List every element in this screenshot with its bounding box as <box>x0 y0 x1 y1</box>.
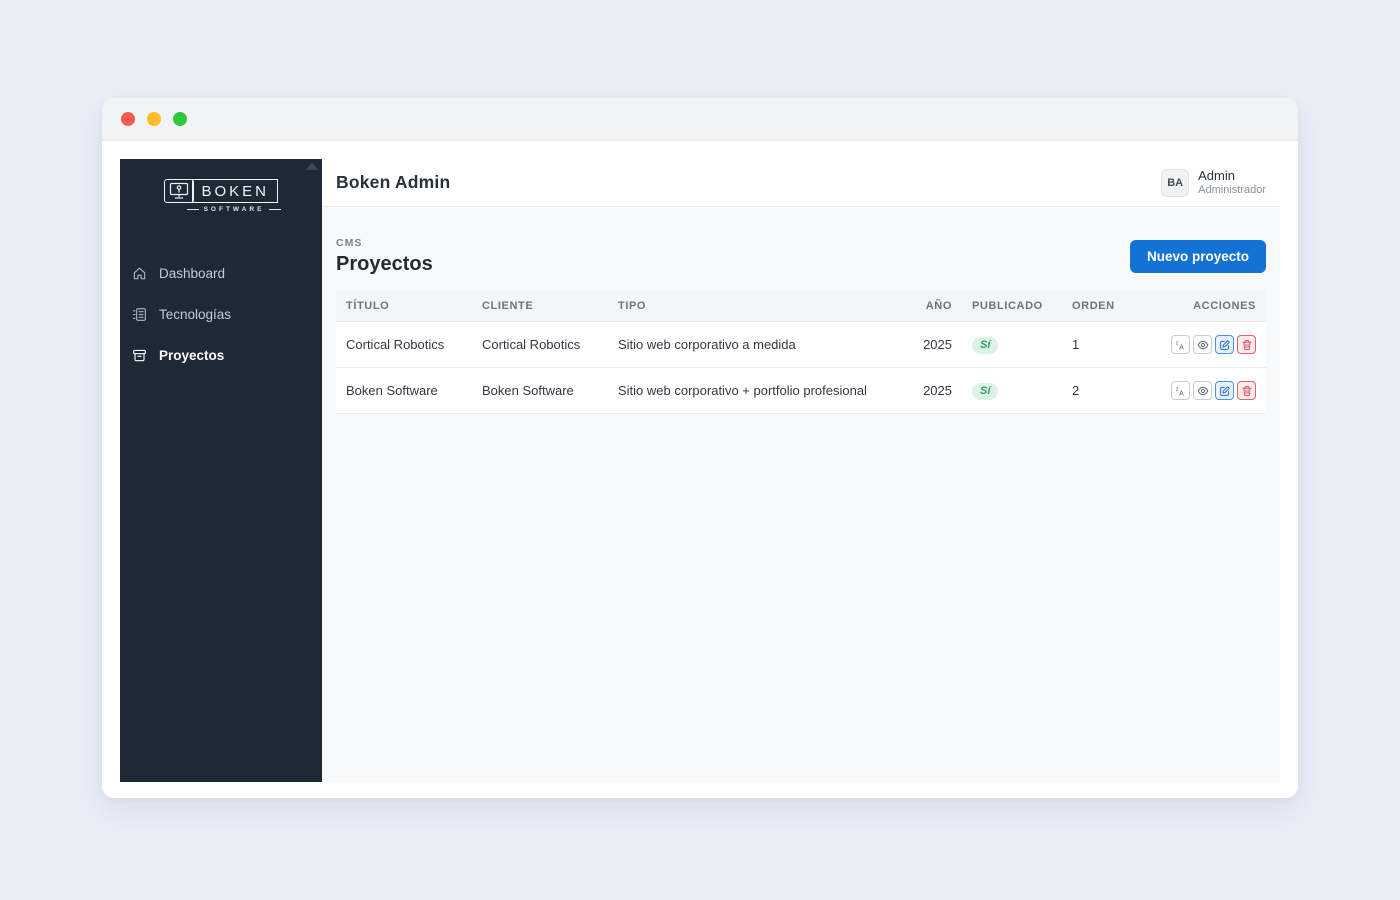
logo-dash <box>186 209 199 210</box>
cell-tipo: Sitio web corporativo + portfolio profes… <box>608 367 906 414</box>
column-publicado: PUBLICADO <box>962 291 1062 322</box>
svg-text:z: z <box>1176 341 1179 347</box>
sidebar-item-proyectos[interactable]: Proyectos <box>120 339 322 372</box>
view-button[interactable] <box>1193 335 1212 354</box>
column-titulo: TÍTULO <box>336 291 472 322</box>
cell-ano: 2025 <box>906 367 962 414</box>
close-window-button[interactable] <box>121 112 135 126</box>
svg-text:A: A <box>1179 344 1184 350</box>
column-orden: ORDEN <box>1062 291 1148 322</box>
cell-titulo: Cortical Robotics <box>336 321 472 368</box>
home-icon <box>132 266 147 281</box>
published-badge: Sí <box>972 336 999 354</box>
table-row: Boken Software Boken Software Sitio web … <box>336 367 1266 414</box>
sidebar-item-dashboard[interactable]: Dashboard <box>120 257 322 290</box>
zoom-window-button[interactable] <box>173 112 187 126</box>
eye-icon <box>1197 340 1208 349</box>
content-area: CMS Proyectos Nuevo proyecto TÍTULO CLIE… <box>322 207 1280 782</box>
svg-text:A: A <box>1179 390 1184 396</box>
projects-table: TÍTULO CLIENTE TIPO AÑO PUBLICADO ORDEN … <box>336 291 1266 414</box>
cell-cliente: Cortical Robotics <box>472 321 608 368</box>
page-head: CMS Proyectos Nuevo proyecto <box>336 237 1266 276</box>
cell-orden: 2 <box>1062 367 1148 414</box>
brand-subtitle: SOFTWARE <box>203 206 265 213</box>
sidebar: BOKEN SOFTWARE Dashboard Tecnologías Pro… <box>120 159 322 782</box>
cell-titulo: Boken Software <box>336 367 472 414</box>
sidebar-item-label: Tecnologías <box>159 307 232 322</box>
sidebar-item-label: Dashboard <box>159 266 226 281</box>
window-body: BOKEN SOFTWARE Dashboard Tecnologías Pro… <box>102 141 1298 798</box>
user-name: Admin <box>1198 167 1235 183</box>
eye-icon <box>1197 386 1208 395</box>
avatar: BA <box>1161 168 1190 197</box>
edit-icon <box>1219 385 1230 396</box>
cell-acciones: z A <box>1148 321 1266 368</box>
user-role: Administrador <box>1198 183 1266 196</box>
delete-button[interactable] <box>1237 381 1256 400</box>
window-titlebar <box>102 98 1298 141</box>
cell-acciones: z A <box>1148 367 1266 414</box>
app-title: Boken Admin <box>336 172 451 192</box>
translate-button[interactable]: z A <box>1171 335 1190 354</box>
cell-ano: 2025 <box>906 321 962 368</box>
trash-icon <box>1241 385 1252 396</box>
monitor-icon <box>163 179 194 203</box>
column-ano: AÑO <box>906 291 962 322</box>
translate-icon: z A <box>1176 387 1184 397</box>
delete-button[interactable] <box>1237 335 1256 354</box>
minimize-window-button[interactable] <box>147 112 161 126</box>
sidebar-item-label: Proyectos <box>159 348 225 363</box>
table-row: Cortical Robotics Cortical Robotics Siti… <box>336 321 1266 368</box>
user-menu[interactable]: BA Admin Administrador <box>1161 168 1266 198</box>
published-badge: Sí <box>972 382 999 400</box>
main-header: Boken Admin BA Admin Administrador <box>322 159 1280 207</box>
table-header-row: TÍTULO CLIENTE TIPO AÑO PUBLICADO ORDEN … <box>336 291 1266 322</box>
cell-cliente: Boken Software <box>472 367 608 414</box>
brand-name: BOKEN <box>192 179 278 203</box>
svg-text:z: z <box>1176 387 1179 393</box>
tech-icon <box>132 307 147 322</box>
projects-icon <box>132 348 147 363</box>
new-project-button[interactable]: Nuevo proyecto <box>1129 240 1266 273</box>
sidebar-nav: Dashboard Tecnologías Proyectos <box>120 253 322 376</box>
translate-button[interactable]: z A <box>1171 381 1190 400</box>
sidebar-scroll-up-icon <box>306 162 318 170</box>
breadcrumb: CMS <box>336 237 363 249</box>
sidebar-item-tecnologias[interactable]: Tecnologías <box>120 298 322 331</box>
app-window: BOKEN SOFTWARE Dashboard Tecnologías Pro… <box>102 98 1298 798</box>
edit-button[interactable] <box>1215 335 1234 354</box>
view-button[interactable] <box>1193 381 1212 400</box>
page-title: Proyectos <box>336 253 433 275</box>
translate-icon: z A <box>1176 341 1184 351</box>
column-tipo: TIPO <box>608 291 906 322</box>
column-cliente: CLIENTE <box>472 291 608 322</box>
cell-publicado: Sí <box>962 321 1062 368</box>
logo-dash <box>269 209 282 210</box>
trash-icon <box>1241 339 1252 350</box>
column-acciones: ACCIONES <box>1148 291 1266 322</box>
cell-tipo: Sitio web corporativo a medida <box>608 321 906 368</box>
edit-button[interactable] <box>1215 381 1234 400</box>
edit-icon <box>1219 339 1230 350</box>
cell-publicado: Sí <box>962 367 1062 414</box>
main-panel: Boken Admin BA Admin Administrador CMS P… <box>322 159 1280 782</box>
brand-logo: BOKEN SOFTWARE <box>120 171 322 227</box>
cell-orden: 1 <box>1062 321 1148 368</box>
